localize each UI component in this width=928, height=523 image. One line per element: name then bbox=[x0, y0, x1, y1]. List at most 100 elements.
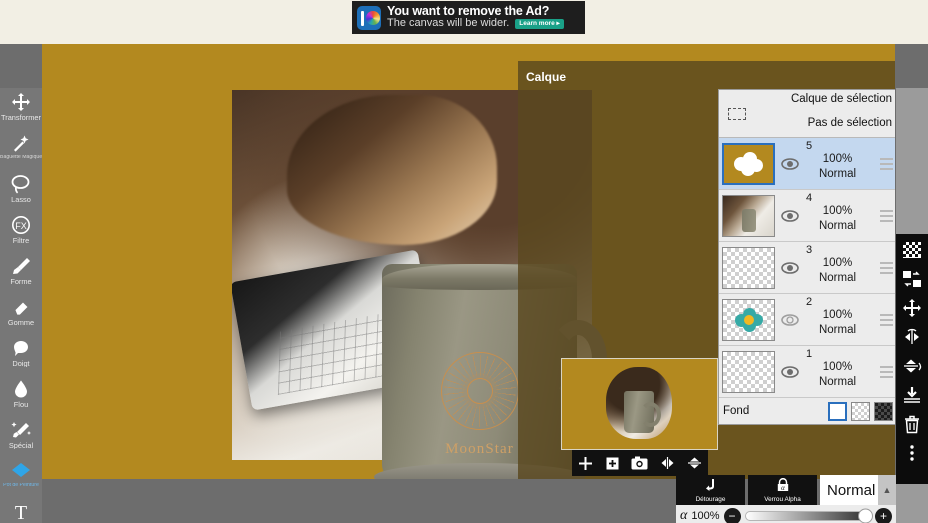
sidebar-item-filter[interactable]: FX Filtre bbox=[0, 211, 42, 252]
verrou-alpha-button[interactable]: α Verrou Alpha bbox=[748, 475, 817, 505]
selection-layer-row[interactable]: Calque de sélection Pas de sélection bbox=[719, 90, 895, 138]
sidebar-item-blur[interactable]: Flou bbox=[0, 375, 42, 416]
lasso-icon bbox=[10, 173, 32, 195]
detourage-button[interactable]: Détourage bbox=[676, 475, 745, 505]
eraser-icon bbox=[10, 296, 32, 318]
sidebar-item-label: Flou bbox=[13, 401, 29, 409]
blend-toolbar[interactable]: Détourage α Verrou Alpha Normal ▲ bbox=[676, 475, 896, 505]
add-layer-icon[interactable] bbox=[575, 453, 597, 473]
layer-thumbnail[interactable] bbox=[722, 194, 775, 237]
ad-subtitle: The canvas will be wider. bbox=[387, 17, 510, 30]
table-row[interactable]: 2 100% Normal bbox=[719, 294, 895, 346]
canvas[interactable]: MoonStar Calque Calque de sélection Pas … bbox=[42, 44, 895, 479]
minus-icon[interactable]: − bbox=[723, 507, 741, 523]
selection-layer-status: Pas de sélection bbox=[807, 117, 892, 129]
clipping-arrow-icon bbox=[703, 478, 718, 494]
layer-visibility-toggle[interactable] bbox=[777, 313, 803, 326]
layer-thumbnail[interactable] bbox=[722, 142, 775, 185]
layer-visibility-toggle[interactable] bbox=[777, 365, 803, 378]
background-swatches[interactable] bbox=[828, 401, 893, 421]
sidebar-item-eraser[interactable]: Gomme bbox=[0, 293, 42, 334]
flip-vertical-icon[interactable] bbox=[683, 453, 705, 473]
camera-icon[interactable] bbox=[629, 453, 651, 473]
svg-text:α: α bbox=[781, 484, 785, 492]
layer-number: 4 bbox=[806, 192, 813, 204]
layer-drag-handle[interactable] bbox=[878, 365, 894, 378]
layer-opacity: 100% bbox=[822, 153, 853, 165]
detourage-label: Détourage bbox=[695, 495, 726, 503]
layer-actions-toolbar[interactable] bbox=[896, 234, 928, 484]
rotate-layers-icon[interactable] bbox=[900, 269, 924, 289]
preview-mug bbox=[624, 391, 661, 433]
background-swatch-white[interactable] bbox=[828, 401, 847, 421]
sidebar-item-label: Transformer bbox=[1, 114, 41, 122]
sidebar-item-smudge[interactable]: Doigt bbox=[0, 334, 42, 375]
right-scrollbar-top[interactable] bbox=[896, 88, 928, 234]
opacity-toolbar[interactable]: α 100% − + bbox=[676, 505, 896, 523]
app-root: You want to remove the Ad? The canvas wi… bbox=[0, 0, 928, 523]
layer-thumbnail[interactable] bbox=[722, 298, 775, 341]
more-vertical-icon[interactable] bbox=[900, 443, 924, 463]
sidebar-item-transformer[interactable]: Transformer bbox=[0, 88, 42, 129]
layer-blend-mode: Normal bbox=[818, 324, 857, 336]
layer-drag-handle[interactable] bbox=[878, 157, 894, 170]
table-row[interactable]: 4 100% Normal bbox=[719, 190, 895, 242]
duplicate-layer-icon[interactable] bbox=[602, 453, 624, 473]
sidebar-item-magic-wand[interactable]: Baguette Magique bbox=[0, 129, 42, 170]
layer-drag-handle[interactable] bbox=[878, 313, 894, 326]
layer-blend-mode: Normal bbox=[818, 168, 857, 180]
sidebar-item-label: Gomme bbox=[7, 319, 35, 327]
layer-visibility-toggle[interactable] bbox=[777, 261, 803, 274]
opacity-slider[interactable] bbox=[744, 508, 873, 523]
layer-visibility-toggle[interactable] bbox=[777, 157, 803, 170]
background-row[interactable]: Fond bbox=[719, 398, 895, 424]
layer-drag-handle[interactable] bbox=[878, 261, 894, 274]
sidebar-item-label: Baguette Magique bbox=[0, 155, 42, 160]
merge-down-icon[interactable] bbox=[900, 385, 924, 405]
sidebar-item-text[interactable]: T Texte bbox=[0, 498, 42, 523]
layer-panel-title: Calque bbox=[526, 70, 567, 84]
checker-transparency-icon[interactable] bbox=[900, 240, 924, 260]
layer-number: 3 bbox=[806, 244, 813, 256]
table-row[interactable]: 1 100% Normal bbox=[719, 346, 895, 398]
remove-ad-banner[interactable]: You want to remove the Ad? The canvas wi… bbox=[352, 1, 585, 34]
svg-text:FX: FX bbox=[15, 221, 27, 231]
blend-mode-select[interactable]: Normal ▲ bbox=[820, 475, 896, 505]
layer-blend-mode: Normal bbox=[818, 376, 857, 388]
move-arrows-icon[interactable] bbox=[900, 298, 924, 318]
layer-list[interactable]: Calque de sélection Pas de sélection 5 1… bbox=[718, 89, 895, 425]
layer-preview[interactable] bbox=[561, 358, 718, 450]
sidebar-item-brush[interactable]: Forme bbox=[0, 252, 42, 293]
opacity-slider-knob[interactable] bbox=[858, 508, 873, 523]
sidebar-item-label: Doigt bbox=[12, 360, 30, 368]
move-arrows-icon bbox=[11, 91, 31, 113]
workspace: MoonStar Calque Calque de sélection Pas … bbox=[0, 44, 928, 523]
layer-opacity: 100% bbox=[822, 309, 853, 321]
layer-thumbnail[interactable] bbox=[722, 246, 775, 289]
tools-sidebar[interactable]: Transformer Baguette Magique Lasso FX Fi… bbox=[0, 88, 42, 523]
plus-icon[interactable]: + bbox=[875, 507, 892, 523]
white-blob-shape bbox=[733, 151, 764, 176]
layer-drag-handle[interactable] bbox=[878, 209, 894, 222]
flip-horizontal-icon[interactable] bbox=[900, 327, 924, 347]
table-row[interactable]: 5 100% Normal bbox=[719, 138, 895, 190]
chevron-up-icon[interactable]: ▲ bbox=[878, 475, 896, 505]
flip-horizontal-icon[interactable] bbox=[656, 453, 678, 473]
trash-icon[interactable] bbox=[900, 414, 924, 434]
blur-droplet-icon bbox=[11, 378, 31, 400]
sidebar-item-lasso[interactable]: Lasso bbox=[0, 170, 42, 211]
right-scrollbar-bottom[interactable] bbox=[896, 484, 928, 523]
layer-number: 1 bbox=[806, 348, 813, 360]
layer-visibility-toggle[interactable] bbox=[777, 209, 803, 222]
table-row[interactable]: 3 100% Normal bbox=[719, 242, 895, 294]
ibis-paint-logo-icon bbox=[357, 5, 381, 30]
sidebar-item-paint-bucket[interactable]: Pot de Peinture bbox=[0, 457, 42, 498]
layer-thumbnail[interactable] bbox=[722, 350, 775, 393]
preview-toolbar[interactable] bbox=[572, 450, 708, 476]
ad-learn-more-button[interactable]: Learn more ▸ bbox=[515, 18, 564, 30]
flip-vertical-icon[interactable] bbox=[900, 356, 924, 376]
sidebar-item-special[interactable]: Spécial bbox=[0, 416, 42, 457]
background-swatch-transparent[interactable] bbox=[851, 401, 870, 421]
blend-mode-value: Normal bbox=[827, 481, 876, 499]
background-swatch-dark[interactable] bbox=[874, 401, 893, 421]
